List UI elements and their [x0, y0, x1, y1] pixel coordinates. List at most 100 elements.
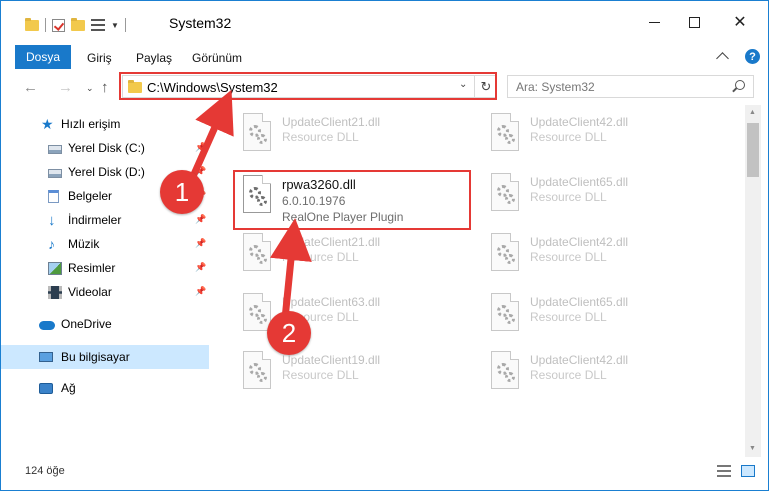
sidebar-item-network[interactable]: Ağ — [1, 377, 209, 399]
file-description: Resource DLL — [530, 310, 607, 324]
title-bar: ▼ System32 ✕ — [1, 1, 768, 43]
video-icon — [48, 285, 62, 299]
maximize-button[interactable] — [671, 10, 717, 34]
forward-arrow-icon[interactable]: → — [58, 79, 73, 96]
dll-file-icon — [239, 233, 275, 273]
dll-file-icon — [487, 351, 523, 391]
maximize-icon — [688, 16, 700, 28]
recent-locations-dropdown-icon[interactable]: ⌄ — [86, 83, 94, 94]
close-button[interactable]: ✕ — [717, 10, 763, 34]
pictures-icon — [48, 261, 62, 275]
toolbar-separator — [124, 18, 126, 32]
address-highlight-box — [119, 72, 497, 100]
file-tile[interactable]: UpdateClient42.dll Resource DLL — [487, 113, 707, 157]
sidebar-item-quick-access[interactable]: ★ Hızlı erişim — [1, 113, 209, 135]
tiles-view-icon[interactable] — [741, 465, 755, 477]
sidebar-item-label: Bu bilgisayar — [61, 350, 130, 364]
file-name: UpdateClient19.dll — [282, 353, 381, 367]
music-icon: ♪ — [48, 235, 55, 252]
scrollbar-thumb[interactable] — [747, 123, 759, 177]
file-tile[interactable]: UpdateClient21.dll Resource DLL — [239, 113, 459, 157]
new-folder-icon[interactable] — [71, 17, 85, 31]
file-description: Resource DLL — [282, 368, 359, 382]
file-tile[interactable]: UpdateClient65.dll Resource DLL — [487, 173, 707, 217]
file-name: UpdateClient21.dll — [282, 115, 381, 129]
file-name: UpdateClient42.dll — [530, 235, 629, 249]
file-tile[interactable]: UpdateClient19.dll Resource DLL — [239, 351, 459, 395]
sidebar-item-music[interactable]: ♪ Müzik 📌 — [1, 233, 209, 255]
scroll-up-icon[interactable]: ▲ — [749, 109, 756, 116]
file-tile[interactable]: UpdateClient65.dll Resource DLL — [487, 293, 707, 337]
pin-icon[interactable]: 📌 — [195, 262, 206, 272]
file-highlight-box — [233, 170, 471, 230]
pin-icon[interactable]: 📌 — [195, 214, 206, 224]
sidebar-item-this-pc[interactable]: Bu bilgisayar — [1, 345, 209, 369]
dll-file-icon — [487, 233, 523, 273]
file-tile[interactable]: UpdateClient42.dll Resource DLL — [487, 351, 707, 395]
properties-check-icon[interactable] — [52, 18, 65, 32]
dll-file-icon — [239, 351, 275, 391]
file-description: Resource DLL — [530, 368, 607, 382]
file-name: UpdateClient42.dll — [530, 115, 629, 129]
file-description: Resource DLL — [530, 190, 607, 204]
tab-file[interactable]: Dosya — [15, 45, 71, 69]
search-icon[interactable] — [735, 80, 745, 90]
pin-icon[interactable]: 📌 — [195, 142, 206, 152]
tab-home[interactable]: Giriş — [87, 51, 112, 65]
drive-icon — [48, 168, 62, 178]
sidebar-item-pictures[interactable]: Resimler 📌 — [1, 257, 209, 279]
back-arrow-icon[interactable]: ← — [23, 79, 38, 96]
help-icon[interactable]: ? — [745, 49, 760, 64]
file-name: UpdateClient42.dll — [530, 353, 629, 367]
scroll-down-icon[interactable]: ▼ — [749, 445, 756, 452]
dll-file-icon — [239, 113, 275, 153]
navigation-bar: ← → ⌄ ↑ C:\Windows\System32 ⌄ ↻ Ara: Sys… — [1, 69, 768, 105]
window-title: System32 — [169, 15, 232, 31]
sidebar-item-label: Müzik — [68, 237, 100, 251]
ribbon-controls: ? — [716, 49, 760, 65]
sidebar-item-disk-c[interactable]: Yerel Disk (C:) 📌 — [1, 137, 209, 159]
cloud-icon — [39, 321, 55, 330]
close-icon: ✕ — [733, 14, 747, 31]
vertical-scrollbar[interactable]: ▲ ▼ — [745, 105, 761, 457]
dll-file-icon — [487, 113, 523, 153]
sidebar-item-label: Yerel Disk (D:) — [68, 165, 145, 179]
toolbar-separator — [45, 18, 46, 32]
up-arrow-icon[interactable]: ↑ — [101, 79, 109, 96]
file-tile[interactable]: UpdateClient42.dll Resource DLL — [487, 233, 707, 277]
file-description: Resource DLL — [282, 250, 359, 264]
sidebar-item-onedrive[interactable]: OneDrive — [1, 313, 209, 335]
network-icon — [39, 382, 53, 394]
file-tile[interactable]: UpdateClient21.dll Resource DLL — [239, 233, 459, 277]
computer-icon — [39, 352, 53, 362]
details-view-icon[interactable] — [717, 465, 731, 477]
sidebar-item-label: Yerel Disk (C:) — [68, 141, 145, 155]
file-name: UpdateClient63.dll — [282, 295, 381, 309]
file-name: UpdateClient65.dll — [530, 295, 629, 309]
quick-access-toolbar: ▼ — [25, 17, 126, 32]
dll-file-icon — [487, 293, 523, 333]
sidebar-item-videos[interactable]: Videolar 📌 — [1, 281, 209, 303]
download-icon: ↓ — [48, 211, 56, 229]
collapse-ribbon-icon[interactable] — [716, 52, 729, 65]
file-list-pane[interactable]: UpdateClient21.dll Resource DLL rpwa3260… — [211, 105, 745, 445]
folder-icon — [25, 17, 39, 31]
sidebar-item-label: Resimler — [68, 261, 116, 275]
star-icon: ★ — [41, 115, 54, 132]
ribbon-tabs: Dosya Giriş Paylaş Görünüm ? — [1, 43, 768, 69]
step-1-badge: 1 — [160, 170, 204, 214]
file-name: UpdateClient65.dll — [530, 175, 629, 189]
sidebar-item-label: Ağ — [61, 381, 76, 395]
sidebar-item-label: İndirmeler — [68, 213, 122, 227]
properties-list-icon[interactable] — [91, 19, 105, 31]
step-2-badge: 2 — [267, 311, 311, 355]
sidebar-item-label: Videolar — [68, 285, 112, 299]
tab-share[interactable]: Paylaş — [136, 51, 172, 65]
customize-dropdown-icon[interactable]: ▼ — [111, 21, 119, 30]
file-description: Resource DLL — [282, 130, 359, 144]
navigation-pane: ★ Hızlı erişim Yerel Disk (C:) 📌 Yerel D… — [1, 105, 209, 445]
tab-view[interactable]: Görünüm — [192, 51, 242, 65]
search-box[interactable]: Ara: System32 — [507, 75, 754, 98]
pin-icon[interactable]: 📌 — [195, 286, 206, 296]
pin-icon[interactable]: 📌 — [195, 238, 206, 248]
